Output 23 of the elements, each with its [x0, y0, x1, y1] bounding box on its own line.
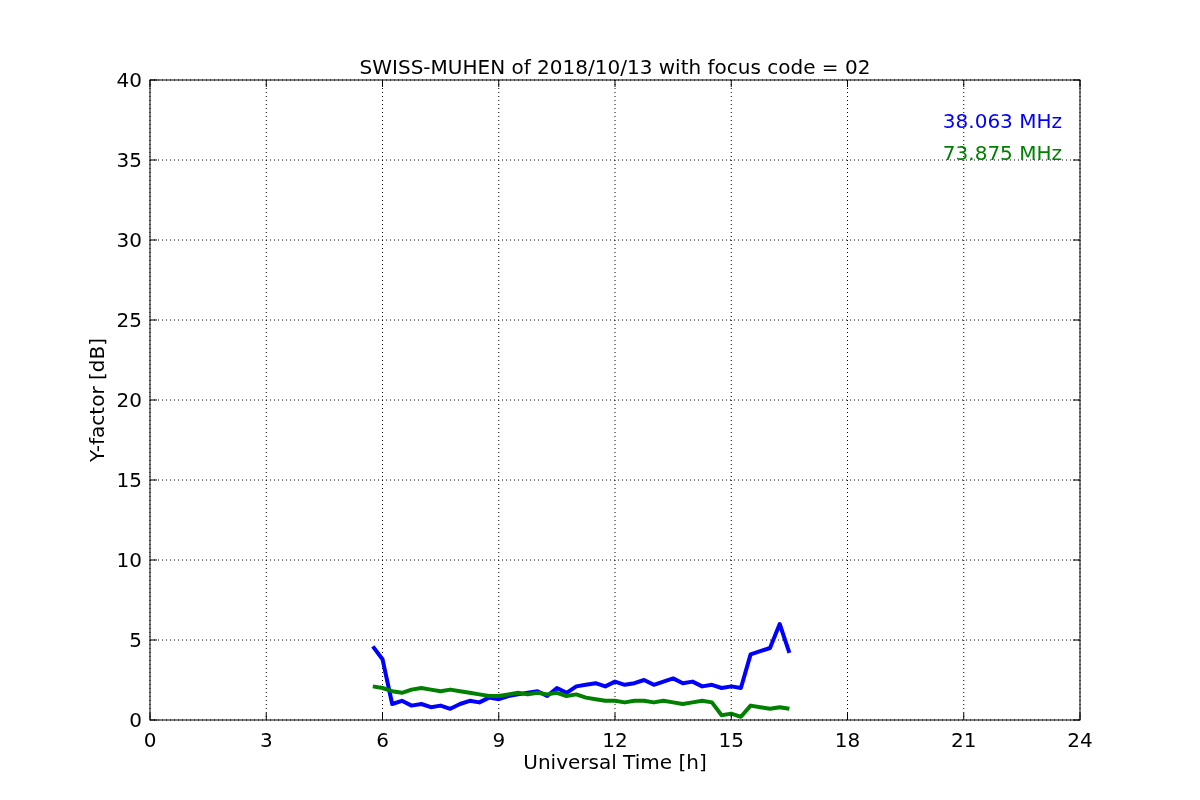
chart-title: SWISS-MUHEN of 2018/10/13 with focus code = 02 — [359, 55, 871, 79]
x-tick-label: 9 — [492, 728, 506, 752]
y-tick-label: 25 — [116, 308, 142, 332]
y-axis-title: Y-factor [dB] — [85, 338, 109, 462]
x-tick-label: 24 — [1067, 728, 1093, 752]
x-tick-label: 18 — [834, 728, 861, 752]
x-tick-label: 6 — [376, 728, 389, 752]
y-tick-label: 40 — [116, 68, 142, 92]
x-tick-label: 15 — [718, 728, 744, 752]
y-tick-label: 10 — [116, 548, 142, 572]
y-tick-label: 30 — [116, 228, 142, 252]
legend-label: 38.063 MHz — [942, 109, 1062, 133]
y-tick-label: 35 — [116, 148, 142, 172]
x-tick-label: 12 — [602, 728, 628, 752]
x-axis-title: Universal Time [h] — [523, 750, 707, 774]
x-tick-label: 21 — [951, 728, 977, 752]
x-tick-label: 3 — [259, 728, 273, 752]
legend-label: 73.875 MHz — [942, 141, 1062, 165]
y-tick-label: 15 — [116, 468, 142, 492]
x-tick-label: 0 — [143, 728, 157, 752]
y-tick-label: 5 — [129, 628, 142, 652]
y-tick-label: 0 — [129, 708, 142, 732]
y-tick-label: 20 — [116, 388, 142, 412]
